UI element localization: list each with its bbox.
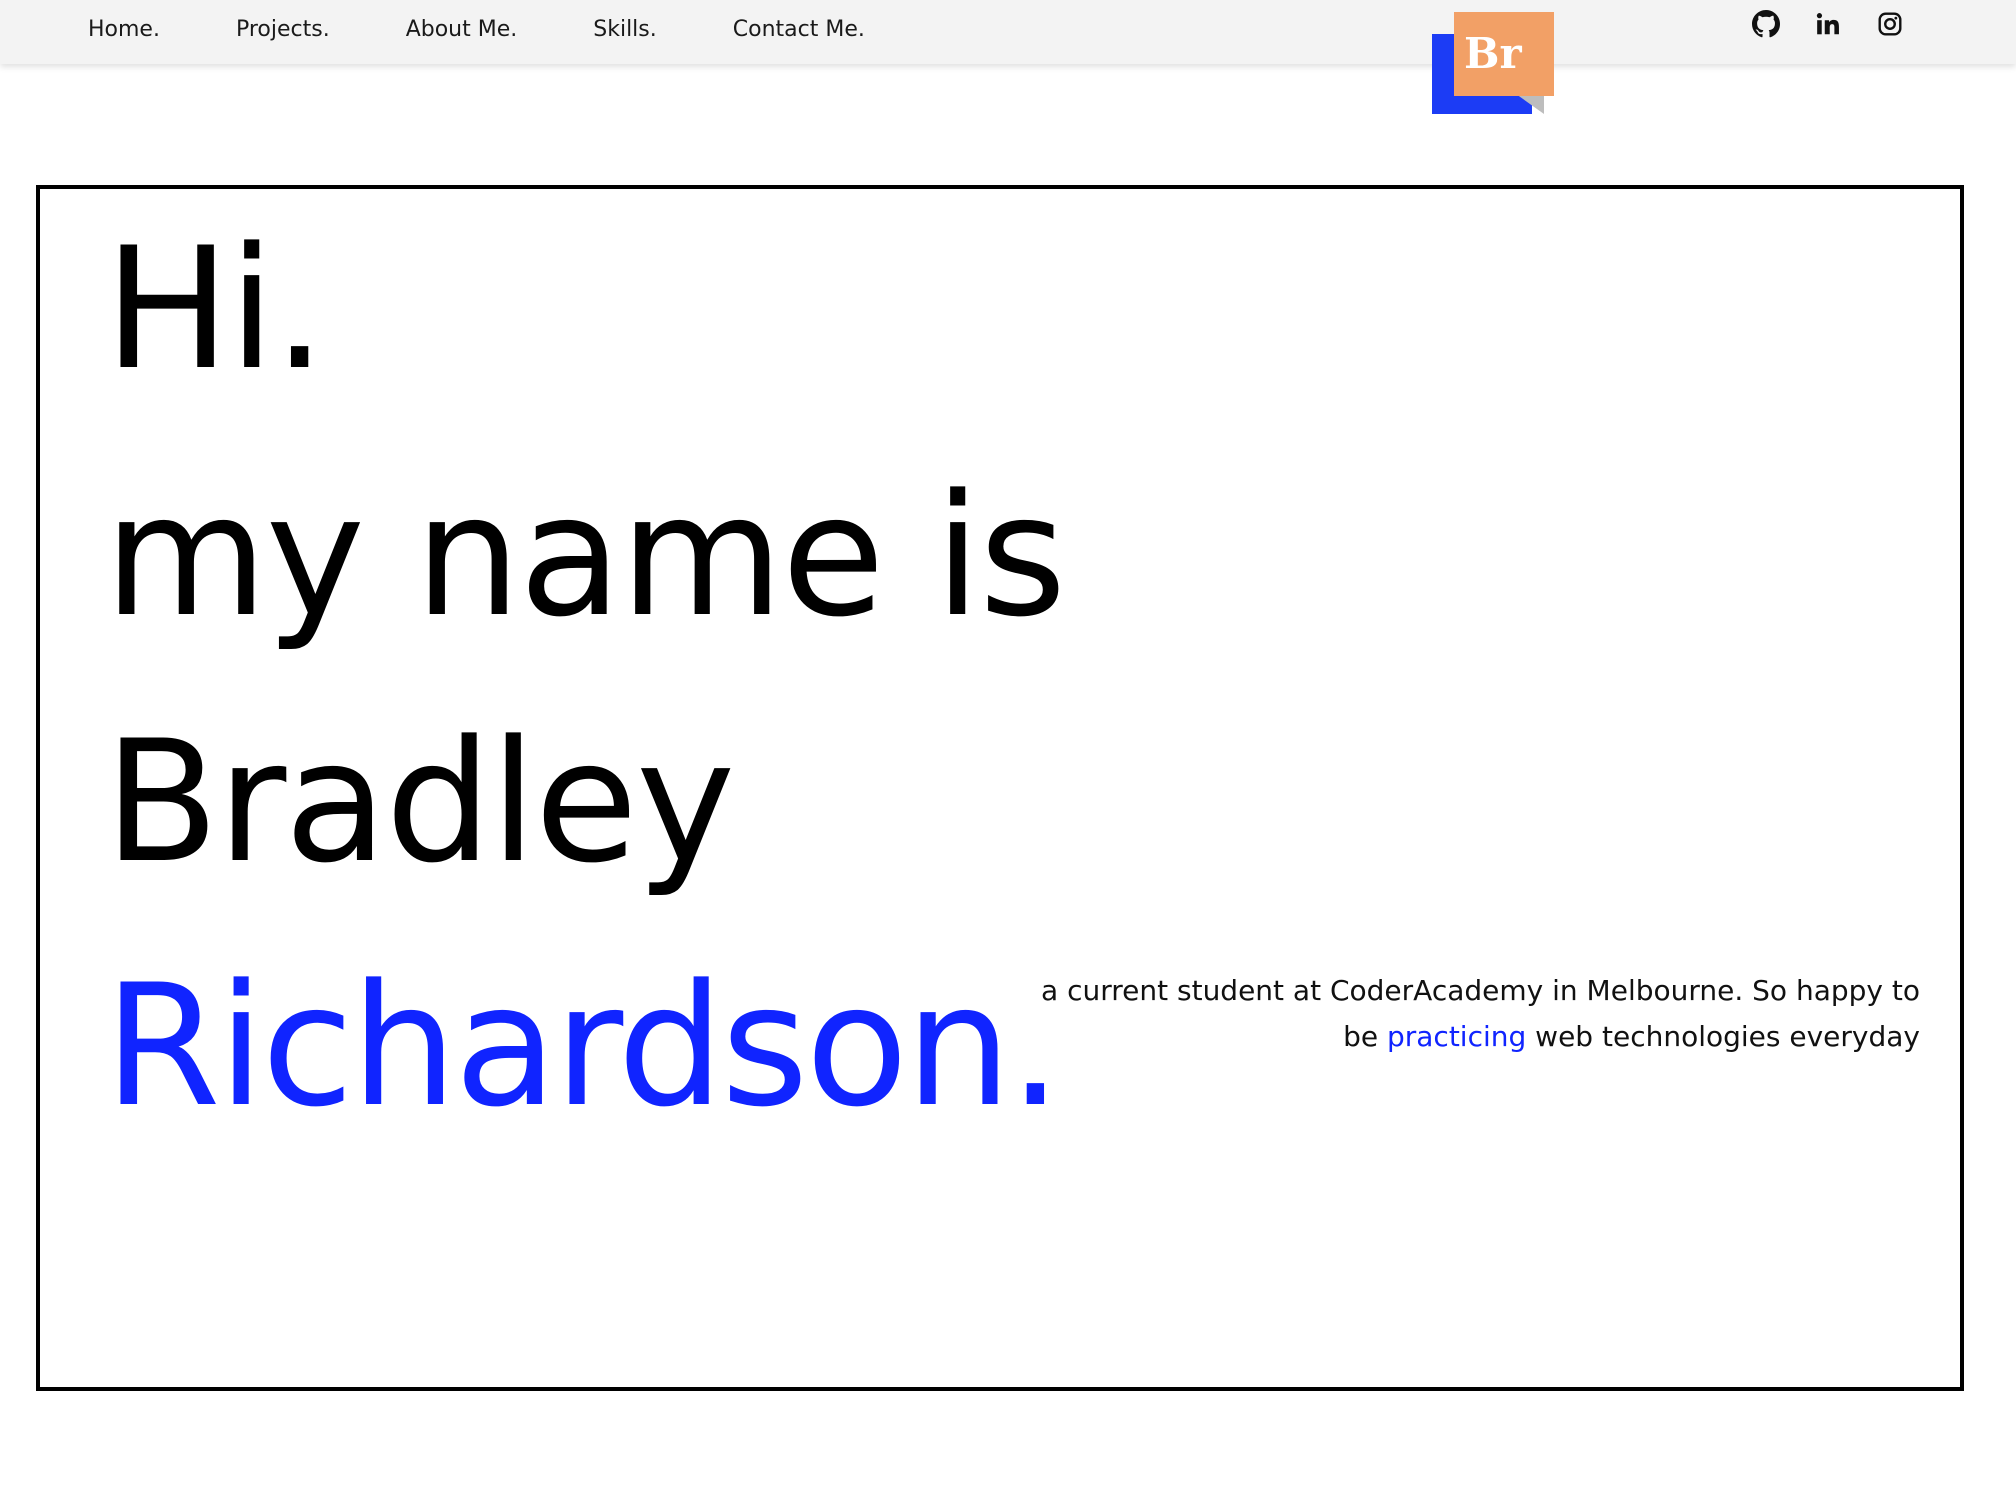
hero-tagline: a current student at CoderAcademy in Mel… xyxy=(1020,968,1920,1060)
instagram-icon-graphic xyxy=(1878,12,1902,36)
hero-intro: my name is xyxy=(104,458,1067,654)
site-logo[interactable]: Br xyxy=(1432,12,1556,116)
hero-first-name: Bradley xyxy=(104,704,735,900)
nav-contact-link[interactable]: Contact Me. xyxy=(733,17,865,42)
navbar: Home. Projects. About Me. Skills. Contac… xyxy=(0,0,2016,64)
nav-skills-link[interactable]: Skills. xyxy=(593,17,657,42)
github-icon[interactable] xyxy=(1750,8,1782,40)
github-icon-graphic xyxy=(1752,10,1780,38)
logo-fold-shadow xyxy=(1516,94,1544,114)
nav-about-link[interactable]: About Me. xyxy=(406,17,518,42)
nav-projects-link[interactable]: Projects. xyxy=(236,17,330,42)
nav-home-link[interactable]: Home. xyxy=(88,17,160,42)
instagram-icon[interactable] xyxy=(1874,8,1906,40)
linkedin-icon[interactable] xyxy=(1812,8,1844,40)
social-links xyxy=(1750,8,1906,40)
logo-text: Br xyxy=(1454,12,1554,96)
tagline-text-end: web technologies everyday xyxy=(1526,1020,1920,1053)
hero-greeting: Hi. xyxy=(104,211,326,407)
tagline-highlight: practicing xyxy=(1386,1020,1527,1053)
hero-last-name: Richardson. xyxy=(104,948,1062,1144)
linkedin-icon-graphic xyxy=(1816,13,1839,35)
nav-links: Home. Projects. About Me. Skills. Contac… xyxy=(88,0,941,58)
